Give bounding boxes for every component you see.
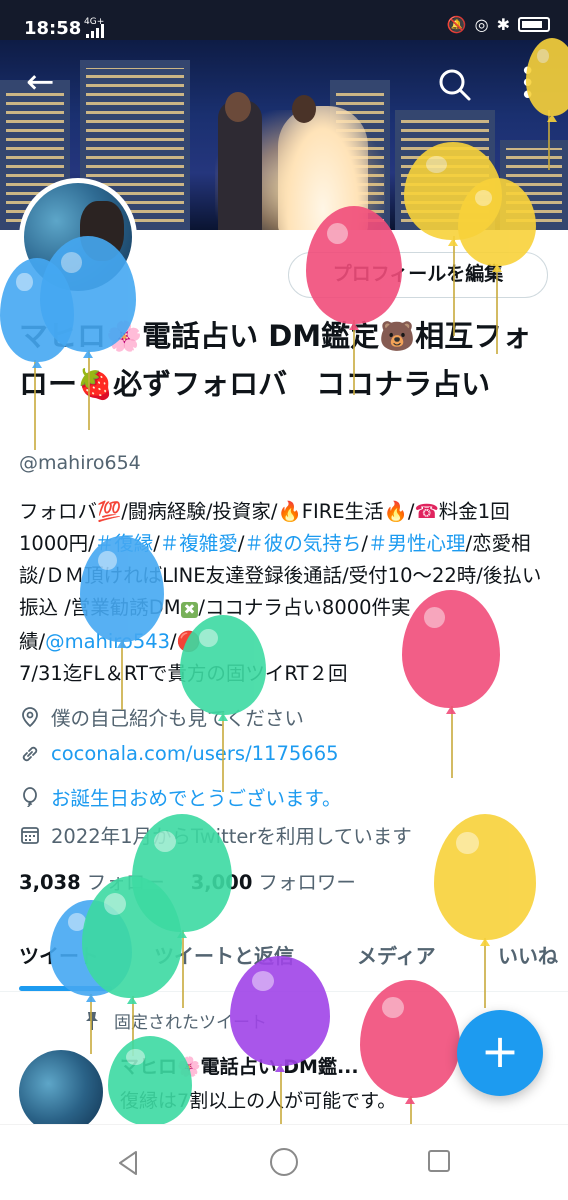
back-arrow-icon[interactable]: ← (26, 64, 66, 104)
following-link[interactable]: 3,038 フォロー (19, 866, 165, 895)
profile-joined: 2022年1月からTwitterを利用しています (19, 820, 412, 849)
edit-profile-button[interactable]: プロフィールを編集 (288, 252, 548, 298)
bio-text: 7/31迄FL＆RTで貴方の固ツイRT２回 (19, 662, 348, 685)
following-count: 3,038 (19, 871, 81, 894)
banner-groom-head (225, 92, 251, 122)
link-icon (22, 746, 38, 761)
active-tab-indicator (19, 986, 112, 991)
banner-building (500, 140, 568, 230)
balloon-yellow (434, 814, 536, 946)
bio-text: / (170, 630, 177, 653)
fire-emoji: 🔥 (277, 500, 302, 523)
more-options-icon[interactable]: • • • (520, 59, 535, 109)
pin-icon (86, 1011, 98, 1030)
balloon-icon (23, 786, 37, 807)
tab-likes[interactable]: いいね (498, 940, 558, 969)
follow-stats: 3,038 フォロー 3,000 フォロワー (19, 866, 356, 895)
bio-text: / (361, 532, 368, 555)
mention-link[interactable]: @mahiro543 (45, 630, 170, 653)
tab-tweets-replies[interactable]: ツイートと返信 (154, 940, 294, 969)
data-saver-icon: ◎ (474, 15, 489, 34)
profile-bio: フォロバ💯/闘病経験/投資家/🔥FIRE生活🔥/☎料金1回 1000円/＃復縁/… (19, 496, 554, 690)
nav-back-icon[interactable] (116, 1149, 140, 1177)
phone-emoji: ☎ (414, 500, 439, 523)
profile-name: マヒロ🌸電話占い DM鑑定🐻相互フォロー🍓必ずフォロバ ココナラ占い (19, 319, 532, 401)
hashtag-link[interactable]: ＃男性心理 (368, 532, 466, 555)
compose-tweet-button[interactable]: + (457, 1010, 543, 1096)
banner-building (395, 110, 495, 230)
bio-text: FIRE生活 (301, 500, 384, 523)
status-icons: 🔕 ◎ ✱ (447, 15, 550, 34)
fire-emoji: 🔥 (383, 500, 408, 523)
hashtag-link[interactable]: ＃復縁 (95, 532, 154, 555)
tweet-author-name[interactable]: マヒロ🌸電話占い DM鑑... (120, 1052, 460, 1079)
pinned-indicator: 固定されたツイート (84, 1008, 267, 1033)
nav-home-icon[interactable] (270, 1148, 298, 1176)
calendar-icon (21, 826, 39, 844)
profile-location: 僕の自己紹介も見てください (19, 702, 304, 731)
banner-bride (278, 106, 368, 230)
search-icon[interactable] (436, 66, 472, 102)
banner-bride-head (292, 95, 316, 123)
nav-recents-icon[interactable] (428, 1150, 450, 1172)
profile-avatar[interactable] (19, 178, 137, 296)
location-text: 僕の自己紹介も見てください (51, 707, 304, 730)
profile-birthday: お誕生日おめでとうございます。 (19, 782, 342, 811)
bio-text: / (153, 532, 160, 555)
birthday-text: お誕生日おめでとうございます。 (51, 787, 342, 810)
hashtag-link[interactable]: ＃複雑愛 (160, 532, 238, 555)
profile-handle: @mahiro654 (19, 452, 141, 474)
hashtag-link[interactable]: ＃彼の気持ち (244, 532, 361, 555)
signal-icon (86, 24, 104, 38)
bio-text: フォロバ💯/闘病経験/投資家/ (19, 500, 278, 523)
followers-count: 3,000 (190, 871, 253, 894)
battery-icon (518, 17, 550, 32)
followers-link[interactable]: 3,000 フォロワー (191, 866, 356, 895)
tab-media[interactable]: メディア (357, 940, 436, 969)
following-label: フォロー (86, 871, 165, 894)
mute-bell-icon: 🔕 (446, 15, 467, 34)
website-link[interactable]: coconala.com/users/1175665 (51, 742, 339, 765)
location-pin-icon (22, 706, 38, 727)
system-nav-bar (0, 1124, 568, 1200)
bluetooth-icon: ✱ (496, 15, 510, 34)
followers-label: フォロワー (258, 871, 356, 894)
joined-text: 2022年1月からTwitterを利用しています (51, 825, 412, 848)
tab-tweets[interactable]: ツイート (19, 940, 99, 969)
profile-tabs: ツイート ツイートと返信 メディア いいね (0, 930, 568, 992)
status-time: 18:58 (24, 18, 82, 39)
red-circle-emoji: 🔴 (176, 630, 201, 653)
cross-mark-emoji: ✖ (180, 602, 199, 618)
tweet-avatar[interactable] (19, 1050, 103, 1134)
pinned-label: 固定されたツイート (114, 1013, 267, 1033)
profile-website[interactable]: coconala.com/users/1175665 (19, 742, 339, 765)
balloon-pink (360, 980, 460, 1104)
